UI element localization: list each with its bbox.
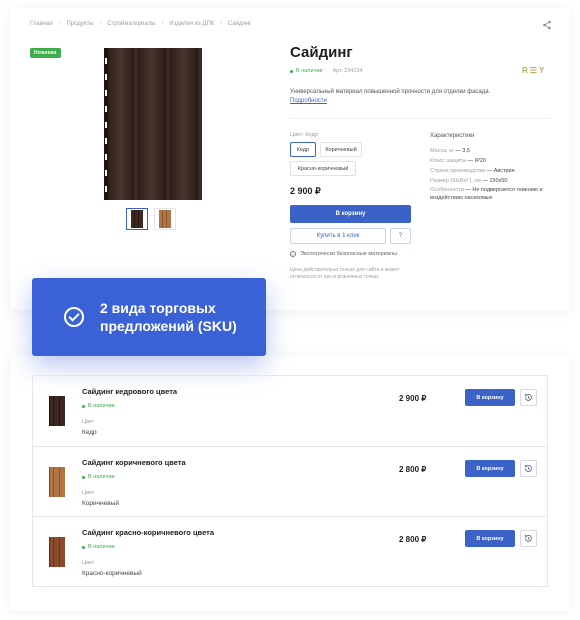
sku-list: Сайдинг кедрового цвета В наличии Цвет К… [32, 375, 548, 587]
breadcrumb-item[interactable]: Продукты [67, 21, 94, 27]
compare-icon[interactable] [520, 389, 537, 406]
product-price: 2 900 ₽ [290, 186, 321, 196]
char-value: 150х50 [489, 178, 508, 184]
sku-color-value: Кедр [82, 429, 97, 436]
characteristics-list: Масса, кг — 3,5 Класс защиты — IP20 Стра… [430, 146, 560, 202]
characteristic-row: Масса, кг — 3,5 [430, 148, 470, 154]
sku-color-value: Коричневый [82, 500, 119, 507]
stock-dot-icon [82, 475, 85, 479]
info-icon: i [290, 251, 296, 257]
sku-add-to-cart-button[interactable]: В корзину [465, 389, 515, 406]
sku-color-value: Красно-коричневый [82, 570, 142, 577]
add-to-cart-button[interactable]: В корзину [290, 205, 411, 223]
sku-name[interactable]: Сайдинг кедрового цвета [82, 387, 177, 396]
sku-name[interactable]: Сайдинг коричневого цвета [82, 458, 186, 467]
breadcrumb-item[interactable]: Стройматериалы [107, 21, 155, 27]
sku-image [47, 537, 67, 567]
breadcrumb-separator: / [220, 21, 222, 27]
eco-note-text: Экологически безопасные материалы [300, 251, 397, 257]
breadcrumb-separator: / [99, 21, 102, 27]
sku-name[interactable]: Сайдинг красно-коричневого цвета [82, 528, 214, 537]
sku-color-label: Цвет [82, 419, 95, 425]
share-icon[interactable] [542, 20, 552, 30]
char-key: Масса, кг [430, 148, 454, 154]
sku-stock-label: В наличии [88, 474, 115, 480]
sku-stock: В наличии [82, 403, 115, 409]
price-note: Цена действительна только для сайта и мо… [290, 267, 400, 280]
image-thumbnails [126, 208, 176, 230]
sku-price: 2 900 ₽ [399, 394, 427, 403]
check-circle-icon [64, 307, 84, 327]
ask-question-button[interactable]: ? [390, 228, 411, 244]
callout-text: 2 вида торговых предложений (SKU) [100, 300, 237, 334]
brand-logo: R☰Y [522, 66, 547, 75]
characteristic-row: Класс защиты — IP20 [430, 158, 487, 164]
stock-dot-icon [82, 404, 85, 408]
product-meta: В наличии Арт. 234234 [290, 68, 363, 74]
sku-row: Сайдинг коричневого цвета В наличии Цвет… [33, 446, 547, 516]
breadcrumb-current: Сайдинг [227, 21, 252, 27]
sku-image [47, 396, 67, 426]
breadcrumb: Главная / Продукты / Стройматериалы / Издел… [30, 21, 251, 27]
breadcrumb-item[interactable]: Изделия из ДПК [169, 21, 214, 27]
new-badge: Новинка [30, 48, 61, 58]
breadcrumb-separator: / [58, 21, 61, 27]
thumbnail-brown[interactable] [154, 208, 176, 230]
divider [290, 118, 550, 119]
char-value: IP20 [474, 158, 487, 164]
color-option-red-brown[interactable]: Красно-коричневый [290, 161, 356, 176]
sku-row: Сайдинг красно-коричневого цвета В налич… [33, 516, 547, 586]
sku-stock-label: В наличии [88, 544, 115, 550]
sku-color-label: Цвет [82, 490, 95, 496]
stock-label: В наличии [296, 68, 323, 74]
product-title: Сайдинг [290, 44, 353, 61]
breadcrumb-item[interactable]: Главная [30, 21, 53, 27]
color-option-cedar[interactable]: Кедр [290, 142, 316, 157]
sku-price: 2 800 ₽ [399, 535, 427, 544]
char-key: Размер (ШхВхГ), см [430, 178, 481, 184]
sku-add-to-cart-button[interactable]: В корзину [465, 460, 515, 477]
stock-dot-icon [290, 69, 293, 73]
characteristic-row: Размер (ШхВхГ), см — 150х50 [430, 178, 508, 184]
sku-color-label: Цвет [82, 560, 95, 566]
description-text: Универсальный материал повышенной прочно… [290, 89, 491, 95]
more-link[interactable]: Подробности [290, 98, 327, 104]
color-label: Цвет: Кедр [290, 132, 318, 138]
char-key: Страна производства [430, 168, 486, 174]
characteristic-row: Страна производства — Австрия [430, 168, 515, 174]
article-code: Арт. 234234 [332, 68, 363, 74]
sku-stock-label: В наличии [88, 403, 115, 409]
sku-image [47, 467, 67, 497]
product-description: Универсальный материал повышенной прочно… [290, 88, 520, 106]
stock-status: В наличии [290, 68, 323, 74]
sku-row: Сайдинг кедрового цвета В наличии Цвет К… [33, 376, 547, 446]
stock-dot-icon [82, 545, 85, 549]
sku-stock: В наличии [82, 474, 115, 480]
char-value: 3,5 [462, 148, 470, 154]
characteristic-row: Особенности — Не подвергается гниению и … [430, 187, 543, 201]
color-option-brown[interactable]: Коричневый [320, 142, 362, 157]
compare-icon[interactable] [520, 460, 537, 477]
sku-stock: В наличии [82, 544, 115, 550]
compare-icon[interactable] [520, 530, 537, 547]
page: Главная / Продукты / Стройматериалы / Издел… [0, 0, 580, 620]
product-main-image[interactable] [96, 46, 208, 202]
breadcrumb-separator: / [161, 21, 164, 27]
thumbnail-dark[interactable] [126, 208, 148, 230]
sku-price: 2 800 ₽ [399, 465, 427, 474]
char-key: Особенности [430, 187, 464, 193]
eco-note: i Экологически безопасные материалы [290, 251, 397, 257]
sku-add-to-cart-button[interactable]: В корзину [465, 530, 515, 547]
char-key: Класс защиты [430, 158, 467, 164]
buy-one-click-button[interactable]: Купить в 1 клик [290, 228, 386, 244]
characteristics-title: Характеристики [430, 133, 475, 139]
char-value: Австрия [493, 168, 515, 174]
sku-callout: 2 вида торговых предложений (SKU) [32, 278, 266, 356]
